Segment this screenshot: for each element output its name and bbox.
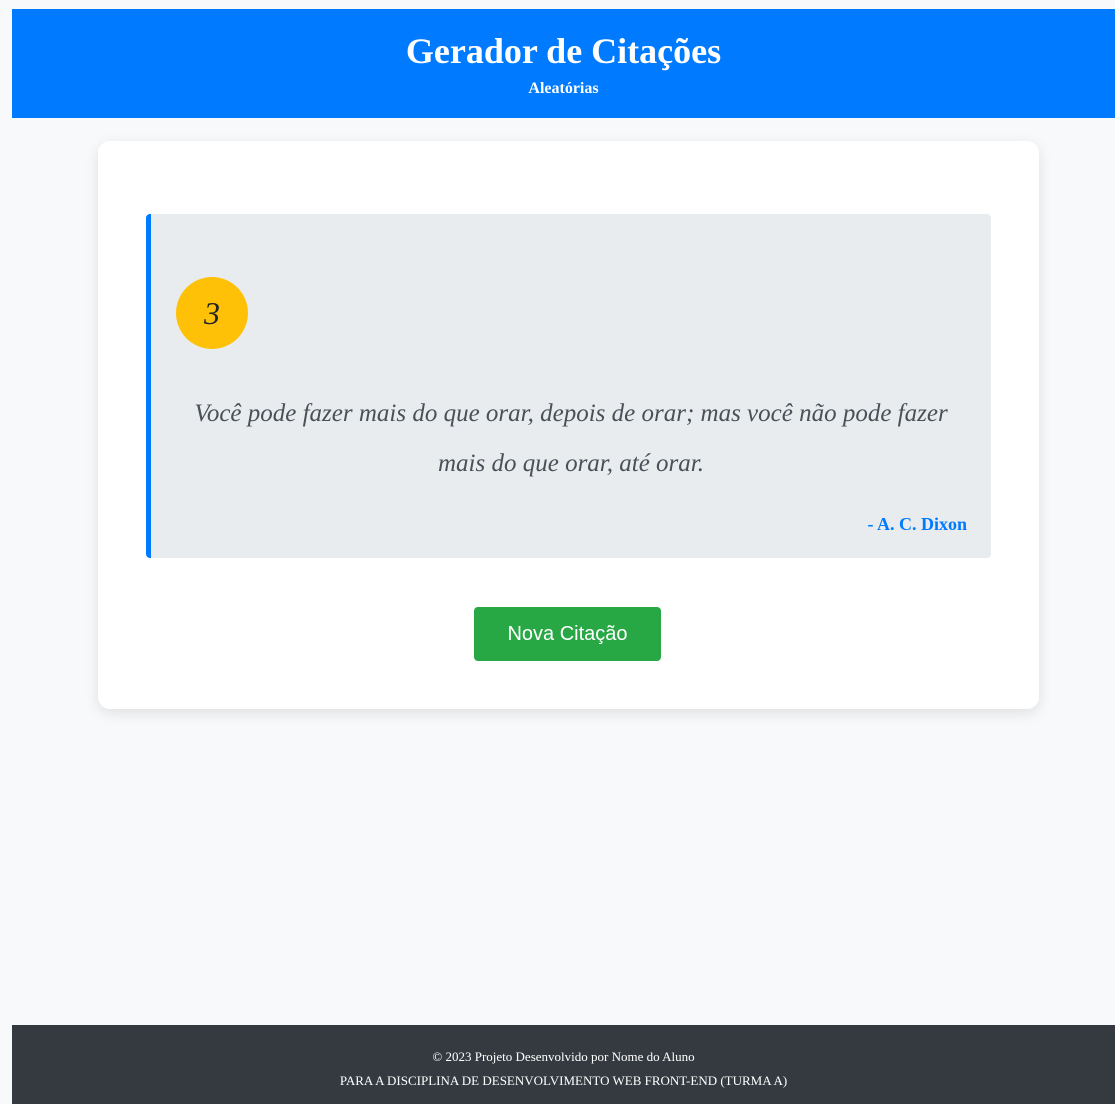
footer-course: PARA A DISCIPLINA DE DESENVOLVIMENTO WEB… — [339, 1073, 788, 1088]
page-header: Gerador de Citações Aleatórias — [12, 9, 1115, 118]
quote-card: 3 Você pode fazer mais do que orar, depo… — [98, 141, 1039, 709]
app-subtitle: Aleatórias — [528, 80, 599, 97]
page-footer: © 2023 Projeto Desenvolvido por Nome do … — [12, 1025, 1115, 1104]
new-quote-button[interactable]: Nova Citação — [474, 607, 661, 661]
quote-box: 3 Você pode fazer mais do que orar, depo… — [146, 214, 991, 558]
quote-number-badge: 3 — [176, 277, 248, 349]
quote-text: Você pode fazer mais do que orar, depois… — [194, 400, 948, 477]
quote-author: - A. C. Dixon — [867, 514, 967, 534]
footer-copyright: © 2023 Projeto Desenvolvido por Nome do … — [432, 1049, 695, 1064]
app-title: Gerador de Citações — [405, 31, 722, 71]
